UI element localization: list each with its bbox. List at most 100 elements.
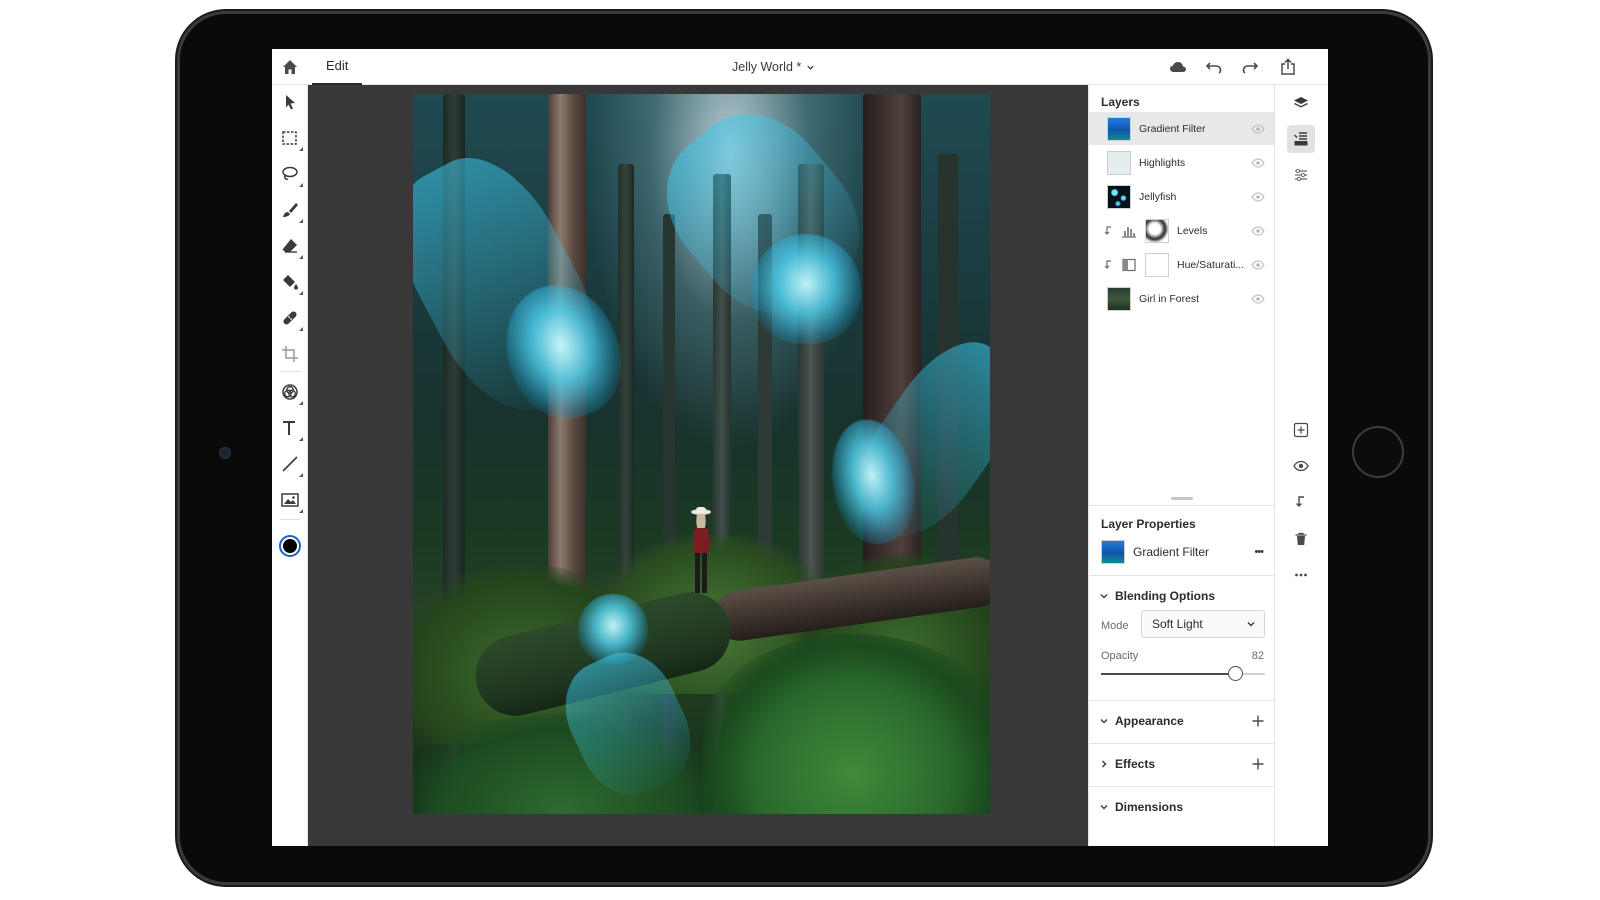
- mode-label: Mode: [1101, 620, 1129, 632]
- foreground-color-ring[interactable]: [279, 535, 301, 557]
- crop-icon[interactable]: [279, 343, 301, 365]
- layer-stack-icon[interactable]: [1287, 125, 1315, 153]
- levels-icon: [1122, 226, 1136, 238]
- tool-bar: [272, 85, 308, 846]
- brush-icon[interactable]: [279, 199, 303, 223]
- layer-mask-thumbnail: [1145, 218, 1169, 243]
- blend-mode-select[interactable]: Soft Light: [1141, 610, 1265, 638]
- layer-name: Hue/Saturati...: [1177, 258, 1245, 271]
- dimensions-label: Dimensions: [1115, 799, 1184, 814]
- opacity-value: 82: [1251, 650, 1264, 662]
- document-title[interactable]: Jelly World *: [732, 49, 815, 85]
- redo-icon[interactable]: [1240, 57, 1260, 77]
- more-icon[interactable]: [1287, 561, 1315, 589]
- opacity-slider[interactable]: [1101, 666, 1265, 681]
- jellyfish: [751, 234, 861, 344]
- layer-name: Jellyfish: [1139, 190, 1177, 203]
- front-camera: [219, 447, 231, 459]
- layer-row-girl-in-forest[interactable]: Girl in Forest: [1089, 282, 1275, 315]
- select-icon[interactable]: [279, 91, 301, 113]
- visibility-icon[interactable]: [1251, 292, 1265, 306]
- layer-name: Girl in Forest: [1139, 292, 1200, 305]
- visibility-icon[interactable]: [1251, 190, 1265, 204]
- toolbar-divider: [280, 371, 300, 372]
- chevron-down-icon: [1100, 718, 1108, 723]
- artwork-canvas[interactable]: [413, 94, 990, 814]
- effects-header[interactable]: Effects: [1089, 743, 1275, 783]
- lasso-icon[interactable]: [279, 163, 303, 187]
- clip-icon[interactable]: [1287, 488, 1315, 516]
- girl-figure: [691, 507, 711, 593]
- layer-name: Gradient Filter: [1139, 122, 1206, 135]
- layer-name: Highlights: [1139, 156, 1186, 169]
- layer-thumbnail: [1107, 116, 1131, 141]
- top-bar: Edit Jelly World *: [272, 49, 1328, 85]
- eraser-icon[interactable]: [279, 235, 303, 259]
- panel-divider: [1089, 505, 1275, 506]
- appearance-header[interactable]: Appearance: [1089, 700, 1275, 740]
- blend-mode-value: Soft Light: [1152, 617, 1203, 631]
- layers-icon[interactable]: [1287, 89, 1315, 117]
- marquee-icon[interactable]: [279, 127, 303, 151]
- toolbar-divider: [280, 519, 300, 520]
- add-layer-icon[interactable]: [1287, 416, 1315, 444]
- opacity-slider-thumb[interactable]: [1227, 666, 1243, 681]
- more-options-icon[interactable]: •••: [1254, 546, 1264, 558]
- layer-thumbnail: [1107, 150, 1131, 175]
- tab-edit[interactable]: Edit: [312, 49, 363, 85]
- chevron-down-icon: [1100, 804, 1108, 809]
- effects-label: Effects: [1115, 756, 1156, 771]
- fill-icon[interactable]: [279, 271, 303, 295]
- share-icon[interactable]: [1278, 57, 1298, 77]
- plus-icon[interactable]: [1251, 757, 1265, 771]
- image-icon[interactable]: [279, 489, 303, 513]
- layer-row-levels[interactable]: Levels: [1089, 214, 1275, 247]
- opacity-slider-fill: [1101, 673, 1236, 675]
- delete-icon[interactable]: [1287, 525, 1315, 553]
- type-icon[interactable]: [279, 417, 303, 441]
- layer-thumbnail: [1107, 286, 1131, 311]
- layer-row-jellyfish[interactable]: Jellyfish: [1089, 180, 1275, 213]
- layer-row-gradient-filter[interactable]: Gradient Filter: [1089, 112, 1275, 145]
- chevron-down-icon: [1247, 622, 1255, 627]
- clip-icon: [1104, 225, 1111, 235]
- appearance-label: Appearance: [1115, 713, 1184, 728]
- app-screen: Edit Jelly World * Layers Gradient Filte…: [272, 49, 1328, 846]
- dimensions-header[interactable]: Dimensions: [1089, 786, 1275, 826]
- panel-resize-handle[interactable]: [1171, 497, 1193, 500]
- visibility-icon[interactable]: [1287, 452, 1315, 480]
- layer-properties-title: Layer Properties: [1101, 517, 1196, 531]
- layer-row-hue-saturation[interactable]: Hue/Saturati...: [1089, 248, 1275, 281]
- layers-panel: Layers Gradient Filter Highlights Jellyf…: [1088, 85, 1275, 846]
- opacity-label: Opacity: [1101, 650, 1139, 662]
- adjustments-icon[interactable]: [1287, 161, 1315, 189]
- layer-row-highlights[interactable]: Highlights: [1089, 146, 1275, 179]
- layer-name: Levels: [1177, 224, 1208, 237]
- right-rail: [1274, 85, 1328, 846]
- visibility-icon[interactable]: [1251, 156, 1265, 170]
- layers-title: Layers: [1101, 95, 1140, 109]
- hue-saturation-icon: [1122, 258, 1136, 271]
- visibility-icon[interactable]: [1251, 258, 1265, 272]
- cloud-icon[interactable]: [1168, 57, 1188, 77]
- heal-icon[interactable]: [279, 307, 303, 331]
- layer-thumbnail: [1107, 184, 1131, 209]
- selected-layer-row: Gradient Filter •••: [1089, 539, 1275, 565]
- layer-mask-thumbnail: [1145, 252, 1169, 277]
- blend-icon[interactable]: [279, 381, 303, 405]
- blending-options-header[interactable]: Blending Options: [1089, 575, 1275, 615]
- home-icon[interactable]: [280, 57, 300, 77]
- visibility-icon[interactable]: [1251, 224, 1265, 238]
- selected-layer-name: Gradient Filter: [1133, 545, 1210, 559]
- chevron-down-icon: [1100, 593, 1108, 598]
- layer-thumbnail: [1101, 540, 1125, 564]
- plus-icon[interactable]: [1251, 714, 1265, 728]
- canvas-area[interactable]: [308, 85, 1088, 846]
- undo-icon[interactable]: [1204, 57, 1224, 77]
- home-button[interactable]: [1352, 426, 1404, 478]
- chevron-down-icon: [807, 65, 814, 70]
- visibility-icon[interactable]: [1251, 122, 1265, 136]
- document-title-text: Jelly World *: [732, 60, 802, 74]
- line-icon[interactable]: [279, 453, 303, 477]
- blending-options-label: Blending Options: [1115, 588, 1215, 603]
